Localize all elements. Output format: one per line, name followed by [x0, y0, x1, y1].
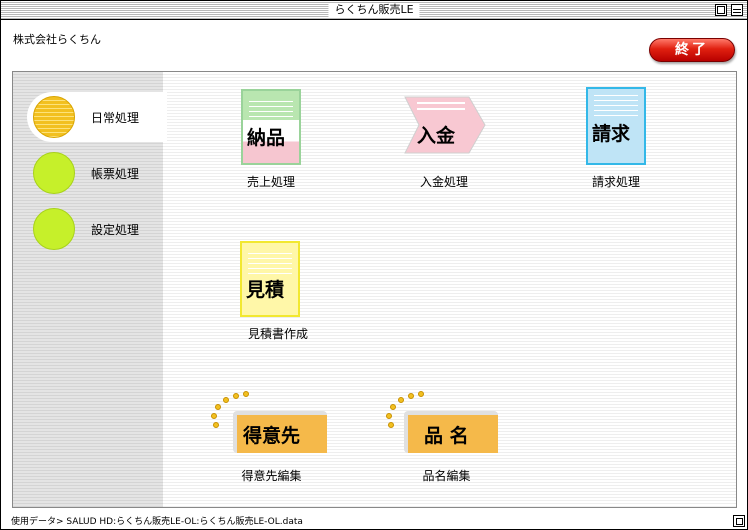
resize-grip-icon[interactable] — [733, 515, 745, 527]
customer-tile[interactable]: 得意先 得意先編集 — [209, 391, 334, 487]
sidebar-item-settings[interactable]: 設定処理 — [27, 204, 167, 254]
tile-caption: 入金処理 — [419, 175, 468, 189]
company-name: 株式会社らくちん — [13, 33, 101, 46]
icon-label: 請求 — [592, 123, 631, 145]
sidebar-item-daily[interactable]: 日常処理 — [27, 92, 167, 142]
icon-label: 入金 — [417, 125, 456, 147]
billing-tile[interactable]: 請求 請求処理 — [571, 87, 661, 191]
tile-caption: 品名編集 — [422, 469, 471, 483]
sidebar-item-label: 設定処理 — [91, 223, 140, 237]
product-tile[interactable]: 品 名 品名編集 — [384, 391, 509, 487]
circle-icon — [33, 208, 75, 250]
sidebar-item-label: 帳票処理 — [91, 167, 140, 181]
estimate-tile[interactable]: 見積 見積書作成 — [226, 239, 330, 343]
zoom-button[interactable] — [715, 4, 727, 16]
deposit-tile[interactable]: 入金 入金処理 — [399, 87, 489, 191]
tile-caption: 請求処理 — [591, 175, 640, 189]
collapse-button[interactable] — [731, 4, 743, 16]
window-title: らくちん販売LE — [328, 3, 420, 17]
tile-caption: 売上処理 — [246, 175, 295, 189]
tile-caption: 見積書作成 — [247, 327, 308, 341]
icon-label: 納品 — [247, 127, 286, 149]
delivery-document-icon: 納品 — [241, 89, 301, 165]
app-window: らくちん販売LE 株式会社らくちん 終了 日常処理 帳票処理 設定処理 納品 売… — [0, 0, 748, 530]
sidebar-item-reports[interactable]: 帳票処理 — [27, 148, 167, 198]
sidebar-item-label: 日常処理 — [91, 111, 140, 125]
invoice-document-icon: 請求 — [586, 87, 646, 165]
circle-icon — [33, 96, 75, 138]
status-bar: 使用データ> SALUD HD:らくちん販売LE-OL:らくちん販売LE-OL.… — [11, 517, 303, 527]
icon-label: 得意先 — [243, 425, 301, 447]
title-bar[interactable]: らくちん販売LE — [1, 1, 747, 20]
icon-label: 見積 — [246, 279, 285, 301]
circle-icon — [33, 152, 75, 194]
icon-label: 品 名 — [424, 425, 469, 447]
estimate-document-icon: 見積 — [240, 241, 300, 317]
sales-tile[interactable]: 納品 売上処理 — [226, 87, 316, 191]
sidebar: 日常処理 帳票処理 設定処理 — [13, 72, 167, 507]
tile-caption: 得意先編集 — [241, 469, 302, 483]
quit-button[interactable]: 終了 — [649, 38, 735, 62]
